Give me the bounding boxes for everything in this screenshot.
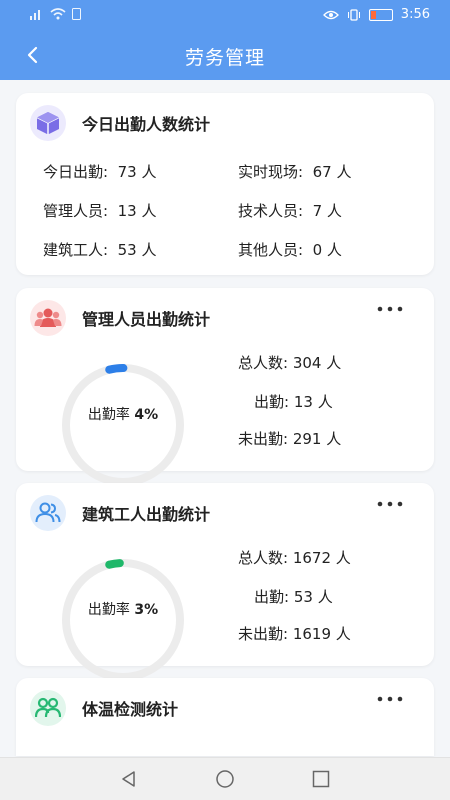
stat-onsite: 实时现场: 67 人 [238,161,351,182]
vibrate-icon [347,8,360,21]
attendance-rate-ring: 出勤率 3% [60,557,186,683]
temperature-card: 体温检测统计 [16,678,434,756]
status-right-icons: 3:56 [322,7,430,22]
stat-value: 73 人 [117,163,157,181]
nav-recents-icon[interactable] [311,769,331,789]
today-attendance-card: 今日出勤人数统计 今日出勤: 73 人 实时现场: 67 人 管理人员: 13 … [16,93,434,275]
people-icon [30,690,66,726]
stat-value: 7 人 [312,202,342,220]
stat-value: 13 人 [117,202,157,220]
rate-value: 4% [134,407,159,423]
stat-value: 53 人 [117,241,157,259]
card-header: 体温检测统计 [30,690,178,726]
rate-label: 出勤率 [87,407,130,423]
stat-value: 53 人 [293,588,333,606]
rate-text: 出勤率 4% [60,404,186,424]
sim-icon [72,8,81,20]
stat-label: 总人数: [238,549,289,567]
stat-value: 67 人 [312,163,352,181]
more-options-icon[interactable] [376,692,404,706]
ring-track [62,364,184,486]
stat-label: 未出勤: [238,430,289,448]
stat-label: 技术人员: [238,202,304,220]
card-title: 今日出勤人数统计 [82,115,211,134]
stat-label: 出勤: [254,393,290,411]
stat-total: 总人数: 304 人 [238,352,341,373]
stat-label: 其他人员: [238,241,304,259]
stat-label: 建筑工人: [43,241,109,259]
app-bar: 劳务管理 [0,30,450,80]
cube-icon [30,105,66,141]
stat-value: 304 人 [292,354,342,372]
wifi-icon [50,8,66,20]
stat-managers: 管理人员: 13 人 [43,200,156,221]
stat-value: 1672 人 [292,549,351,567]
ring-svg [62,558,184,681]
stat-value: 0 人 [312,241,342,259]
rate-text: 出勤率 3% [60,599,186,619]
page-title: 劳务管理 [184,47,265,69]
manager-attendance-card: 管理人员出勤统计 出勤率 4% 总人数: 304 人 出勤: 13 人 未出勤:… [16,288,434,486]
ring-progress [62,558,184,681]
card-title: 建筑工人出勤统计 [82,505,211,524]
stat-absent: 未出勤: 1619 人 [238,623,351,644]
stat-label: 管理人员: [43,202,109,220]
stat-value: 1619 人 [292,625,351,643]
eye-icon [322,10,339,19]
stat-label: 今日出勤: [43,163,109,181]
ring-svg [62,364,184,486]
status-left-icons [30,8,81,20]
status-bar: 3:56 [0,0,450,30]
stat-label: 实时现场: [238,163,304,181]
status-time: 3:56 [400,7,430,22]
stat-others: 其他人员: 0 人 [238,239,342,260]
rate-value: 3% [134,602,159,618]
worker-attendance-card: 建筑工人出勤统计 出勤率 3% 总人数: 1672 人 出勤: 53 人 未出勤… [16,483,434,681]
nav-home-icon[interactable] [215,769,235,789]
card-title: 管理人员出勤统计 [82,310,211,329]
stat-label: 出勤: [254,588,290,606]
more-options-icon[interactable] [376,497,404,511]
card-header: 今日出勤人数统计 [30,105,210,141]
stat-present: 出勤: 53 人 [254,586,333,607]
card-header: 建筑工人出勤统计 [30,495,210,531]
card-title: 体温检测统计 [82,700,179,719]
battery-icon [368,8,393,21]
card-header: 管理人员出勤统计 [30,300,210,336]
stat-value: 13 人 [293,393,333,411]
nav-back-icon[interactable] [119,769,139,789]
more-options-icon[interactable] [376,302,404,316]
stat-absent: 未出勤: 291 人 [238,428,341,449]
stat-value: 291 人 [292,430,342,448]
group-icon [30,300,66,336]
ring-progress [62,364,184,486]
stat-present: 出勤: 13 人 [254,391,333,412]
system-nav-bar [0,757,450,800]
users-icon [30,495,66,531]
ring-track [62,559,184,681]
rate-label: 出勤率 [87,602,130,618]
stat-today-attendance: 今日出勤: 73 人 [43,161,156,182]
stat-technicians: 技术人员: 7 人 [238,200,342,221]
stat-label: 未出勤: [238,625,289,643]
stat-label: 总人数: [238,354,289,372]
stat-workers: 建筑工人: 53 人 [43,239,156,260]
attendance-rate-ring: 出勤率 4% [60,362,186,488]
signal-icon [30,10,40,20]
stat-total: 总人数: 1672 人 [238,547,351,568]
